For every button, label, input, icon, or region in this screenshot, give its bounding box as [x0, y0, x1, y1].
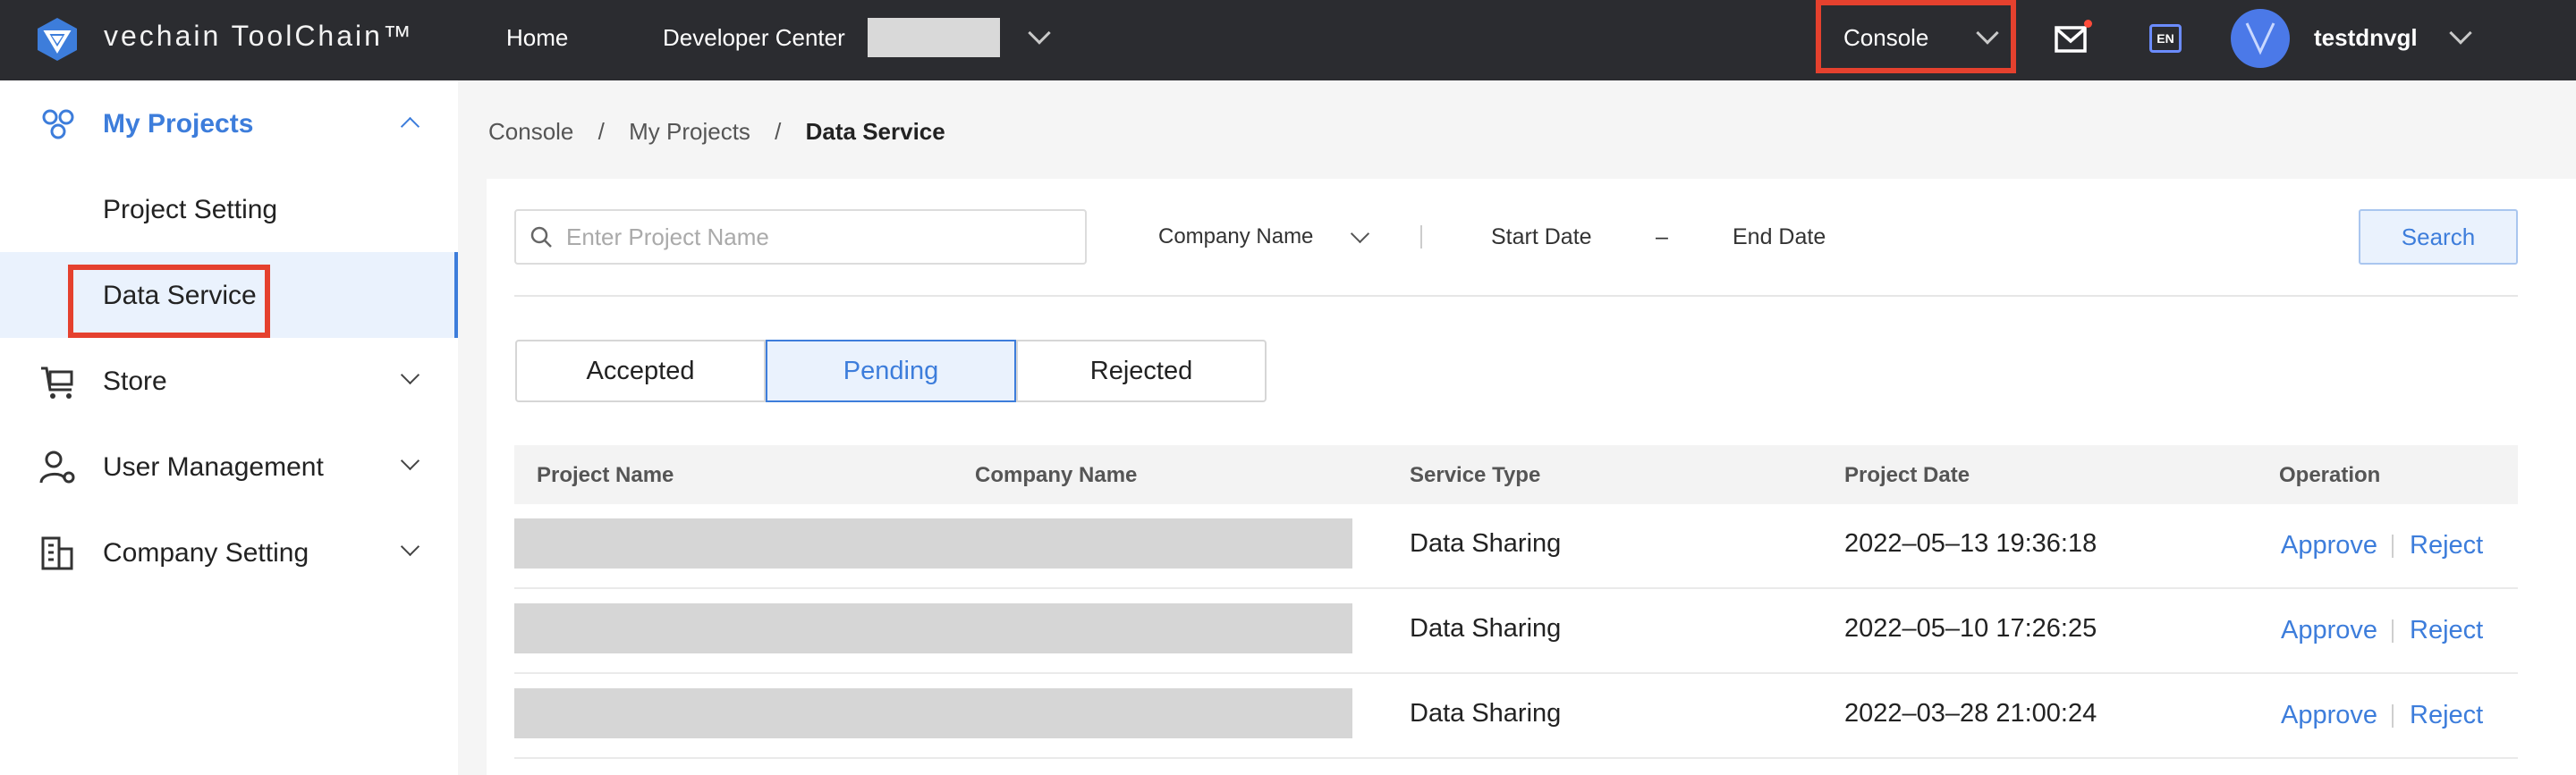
breadcrumb-separator: /	[775, 118, 782, 145]
sidebar: My Projects Project Setting Data Service…	[0, 80, 458, 775]
logo-icon[interactable]	[34, 16, 80, 63]
tab-rejected[interactable]: Rejected	[1016, 340, 1267, 402]
projects-icon	[42, 109, 74, 139]
avatar-v-icon	[2245, 22, 2275, 55]
nav-developer-center-link[interactable]: Developer Center	[663, 24, 845, 52]
approve-link[interactable]: Approve	[2281, 531, 2377, 560]
chevron-down-icon[interactable]	[2449, 21, 2472, 45]
date-range-separator: –	[1656, 224, 1668, 249]
sidebar-item-label: My Projects	[103, 109, 254, 139]
breadcrumb-current: Data Service	[805, 118, 945, 145]
reject-link[interactable]: Reject	[2410, 616, 2483, 645]
sidebar-item-label: User Management	[103, 452, 324, 482]
end-date-input[interactable]: End Date	[1733, 224, 1826, 250]
column-project-name: Project Name	[537, 463, 674, 487]
top-navigation-bar: vechain ToolChain™ Home Developer Center…	[0, 0, 2576, 80]
table-row: Data Sharing 2022–05–13 19:36:18 Approve…	[514, 504, 2518, 589]
chevron-down-icon	[400, 365, 420, 385]
mail-icon[interactable]	[2054, 21, 2089, 57]
table-header: Project Name Company Name Service Type P…	[514, 445, 2518, 504]
approve-link[interactable]: Approve	[2281, 701, 2377, 730]
tab-pending[interactable]: Pending	[766, 340, 1016, 402]
service-type-cell: Data Sharing	[1410, 529, 1562, 558]
tab-accepted[interactable]: Accepted	[515, 340, 766, 402]
sidebar-item-data-service[interactable]: Data Service	[0, 252, 458, 338]
sidebar-item-label: Project Setting	[103, 195, 278, 224]
sidebar-item-label: Data Service	[103, 281, 257, 310]
user-gear-icon	[39, 451, 75, 484]
column-company-name: Company Name	[975, 463, 1138, 487]
breadcrumb-my-projects[interactable]: My Projects	[629, 118, 750, 145]
cart-icon	[41, 366, 73, 399]
search-icon	[530, 226, 552, 248]
chevron-up-icon	[400, 116, 420, 137]
sidebar-item-label: Company Setting	[103, 538, 309, 568]
search-input[interactable]	[514, 209, 1087, 265]
project-date-cell: 2022–03–28 21:00:24	[1844, 699, 2097, 728]
language-icon[interactable]: EN	[2149, 24, 2182, 53]
sidebar-item-store[interactable]: Store	[0, 338, 458, 424]
brand-name: vechain ToolChain™	[104, 20, 414, 52]
column-project-date: Project Date	[1844, 463, 1970, 487]
service-type-cell: Data Sharing	[1410, 614, 1562, 643]
chevron-down-icon[interactable]	[1028, 21, 1051, 45]
approve-link[interactable]: Approve	[2281, 616, 2377, 645]
search-button[interactable]: Search	[2359, 209, 2518, 265]
operation-separator	[2392, 535, 2394, 558]
sidebar-item-project-setting[interactable]: Project Setting	[0, 166, 458, 252]
operation-separator	[2392, 619, 2394, 643]
breadcrumb-console[interactable]: Console	[488, 118, 573, 145]
reject-link[interactable]: Reject	[2410, 701, 2483, 730]
redacted-project-selector[interactable]	[868, 18, 1000, 57]
chevron-down-icon	[400, 451, 420, 471]
filter-divider	[1420, 225, 1422, 249]
sidebar-item-my-projects[interactable]: My Projects	[0, 80, 458, 166]
chevron-down-icon	[400, 536, 420, 557]
table-row: Data Sharing 2022–05–10 17:26:25 Approve…	[514, 589, 2518, 674]
reject-link[interactable]: Reject	[2410, 531, 2483, 560]
avatar[interactable]	[2231, 9, 2290, 68]
sidebar-item-label: Store	[103, 366, 167, 396]
column-operation: Operation	[2279, 463, 2381, 487]
company-name-select[interactable]: Company Name	[1158, 224, 1313, 249]
project-date-cell: 2022–05–10 17:26:25	[1844, 614, 2097, 643]
nav-home-link[interactable]: Home	[506, 24, 568, 52]
service-type-cell: Data Sharing	[1410, 699, 1562, 728]
username[interactable]: testdnvgl	[2314, 24, 2418, 52]
building-icon	[41, 536, 73, 570]
breadcrumb: Console / My Projects / Data Service	[488, 118, 963, 146]
console-dropdown[interactable]: Console	[1843, 24, 1928, 52]
redacted-cell	[514, 518, 1352, 569]
breadcrumb-separator: /	[597, 118, 605, 145]
operation-separator	[2392, 704, 2394, 728]
redacted-cell	[514, 603, 1352, 653]
table-row: Data Sharing 2022–03–28 21:00:24 Approve…	[514, 674, 2518, 759]
column-service-type: Service Type	[1410, 463, 1541, 487]
project-date-cell: 2022–05–13 19:36:18	[1844, 529, 2097, 558]
sidebar-item-company-setting[interactable]: Company Setting	[0, 510, 458, 595]
divider	[514, 295, 2518, 297]
notification-dot	[2084, 20, 2092, 28]
start-date-input[interactable]: Start Date	[1491, 224, 1592, 250]
redacted-cell	[514, 688, 1352, 738]
sidebar-item-user-management[interactable]: User Management	[0, 424, 458, 510]
